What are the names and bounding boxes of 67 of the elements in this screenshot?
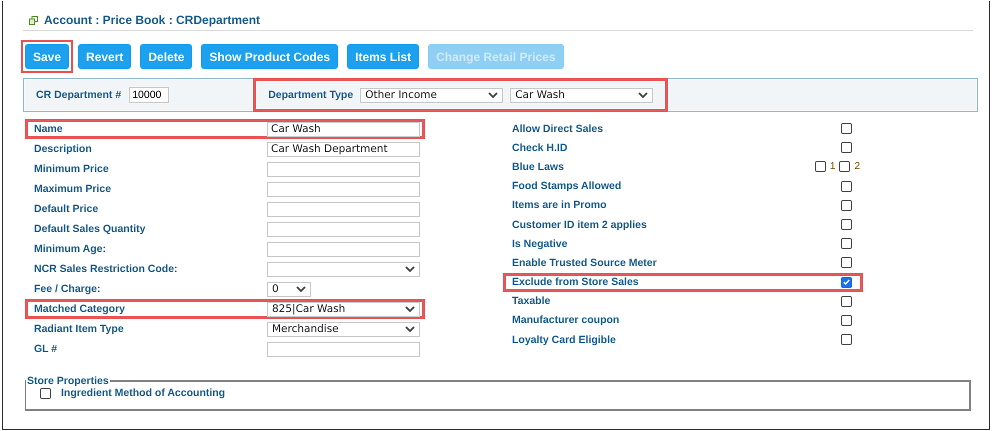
select-field[interactable]: Car Wash: [510, 88, 654, 102]
field-label: Department Type: [268, 89, 354, 101]
field-label: Blue Laws: [512, 160, 565, 173]
chevron-down-icon: [405, 306, 415, 312]
field-label: Taxable: [512, 295, 552, 308]
field-label: Items are in Promo: [512, 199, 608, 212]
field-label: Default Sales Quantity: [34, 223, 146, 235]
select-field[interactable]: [267, 262, 420, 276]
field-label: GL #: [34, 343, 58, 355]
breadcrumb: Account : Price Book : CRDepartment: [44, 13, 260, 27]
field-label: Name: [34, 123, 64, 135]
input-field[interactable]: [267, 182, 420, 196]
input-field[interactable]: [267, 342, 420, 356]
field-label: Radiant Item Type: [34, 323, 125, 335]
chevron-down-icon: [405, 266, 415, 272]
field-label: Manufacturer coupon: [512, 314, 620, 326]
field-label: Exclude from Store Sales: [512, 276, 640, 288]
field-label: Enable Trusted Source Meter: [512, 256, 658, 269]
checkbox[interactable]: [841, 200, 852, 211]
field-label: Check H.ID: [512, 142, 568, 154]
checkbox[interactable]: [40, 388, 51, 398]
windows-icon: [29, 16, 38, 24]
input-field[interactable]: Car Wash Department: [267, 142, 420, 156]
checkbox[interactable]: [841, 180, 852, 192]
input-field[interactable]: [267, 162, 420, 176]
field-label: Minimum Price: [34, 163, 110, 175]
field-label: NCR Sales Restriction Code:: [34, 263, 179, 275]
field-label: Allow Direct Sales: [512, 122, 604, 135]
checkbox[interactable]: [839, 161, 850, 172]
input-field[interactable]: Car Wash: [267, 122, 420, 136]
checkbox[interactable]: [841, 334, 852, 346]
select-field[interactable]: 825|Car Wash: [267, 302, 420, 316]
select-field[interactable]: 0: [267, 282, 311, 296]
input-field[interactable]: 10000: [129, 87, 170, 103]
field-label: Ingredient Method of Accounting: [61, 387, 226, 399]
input-field[interactable]: [267, 202, 420, 216]
chevron-down-icon: [405, 326, 415, 332]
field-label: Fee / Charge:: [34, 283, 102, 295]
field-label: Minimum Age:: [34, 243, 107, 255]
field-label: Default Price: [34, 203, 100, 215]
chevron-down-icon: [488, 92, 498, 98]
field-label: Matched Category: [34, 303, 126, 315]
checkbox[interactable]: [841, 296, 852, 307]
checkbox[interactable]: [841, 276, 852, 288]
input-field[interactable]: [267, 242, 420, 256]
checkbox[interactable]: [841, 123, 852, 134]
chevron-down-icon: [638, 92, 648, 98]
checkbox[interactable]: [841, 314, 852, 326]
section-legend: Store Properties: [26, 375, 110, 387]
checkbox[interactable]: [841, 219, 852, 230]
chevron-down-icon: [296, 286, 306, 292]
checkbox[interactable]: [841, 142, 852, 154]
checkbox[interactable]: [841, 257, 852, 268]
checkbox[interactable]: [841, 238, 852, 250]
input-field[interactable]: [267, 222, 420, 236]
field-label: Maximum Price: [34, 183, 112, 195]
field-label: Customer ID item 2 applies: [512, 218, 648, 231]
field-label: CR Department #: [36, 89, 122, 101]
field-label: Is Negative: [512, 238, 568, 250]
option-label: 1: [830, 161, 836, 172]
field-label: Description: [34, 143, 93, 155]
field-label: Loyalty Card Eligible: [512, 334, 617, 346]
option-label: 2: [854, 161, 860, 172]
checkbox[interactable]: [814, 161, 826, 172]
select-field[interactable]: Other Income: [360, 88, 504, 102]
select-field[interactable]: Merchandise: [267, 322, 420, 336]
field-label: Food Stamps Allowed: [512, 180, 622, 192]
